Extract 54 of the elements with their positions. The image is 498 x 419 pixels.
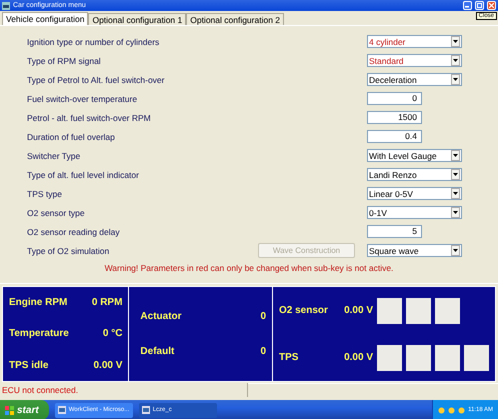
maximize-button[interactable] (475, 1, 484, 10)
start-button[interactable]: start (0, 400, 49, 419)
reading-value: 0 °C (102, 328, 122, 340)
close-icon (489, 3, 494, 8)
parameter-label: Type of RPM signal (27, 56, 102, 66)
dropdown[interactable]: Landi Renzo (367, 168, 462, 181)
reading-value: 0.00 V (343, 352, 373, 363)
minimize-icon (465, 3, 470, 8)
parameter-label: Type of Petrol to Alt. fuel switch-over (27, 74, 166, 84)
parameter-label: Type of O2 simulation (27, 246, 110, 256)
window-icon (142, 406, 150, 414)
dropdown[interactable]: Deceleration (367, 73, 462, 86)
reading-value: 0.00 V (94, 360, 122, 371)
warning-message: Warning! Parameters in red can only be changed when sub-key is not active. (104, 263, 394, 273)
reading-label: O2 sensor (279, 305, 329, 316)
parameter-label: Switcher Type (27, 150, 82, 160)
dropdown[interactable]: 0-1V (367, 206, 462, 219)
parameter-label: Ignition type or number of cylinders (27, 36, 160, 46)
dropdown[interactable]: 4 cylinder (367, 35, 462, 48)
input-field[interactable]: 0.4 (367, 130, 422, 143)
reading-label: TPS (279, 352, 300, 363)
reading-value: 0.00 V (343, 305, 373, 316)
input-field[interactable]: 5 (367, 225, 422, 238)
windows-logo-icon (5, 406, 14, 414)
tab[interactable]: Optional configuration 1 (88, 13, 186, 25)
parameter-label: Fuel switch-over temperature (27, 94, 138, 104)
minimize-button[interactable] (463, 1, 472, 10)
input-field[interactable]: 1500 (367, 111, 422, 124)
parameter-label: Petrol - alt. fuel switch-over RPM (27, 112, 152, 122)
tab[interactable]: Optional configuration 2 (186, 13, 284, 25)
parameter-label: O2 sensor reading delay (27, 226, 121, 236)
close-button[interactable] (487, 1, 496, 10)
dropdown[interactable]: Square wave (367, 244, 462, 257)
reading-label: Actuator (140, 311, 182, 322)
reading-label: TPS idle (9, 360, 48, 371)
parameter-label: O2 sensor type (27, 208, 86, 218)
parameter-label: Type of alt. fuel level indicator (27, 170, 140, 180)
tab[interactable]: Vehicle configuration (2, 12, 88, 25)
reading-value: 0 (260, 346, 266, 357)
app-icon (2, 2, 10, 10)
dropdown[interactable]: With Level Gauge (367, 149, 462, 162)
dropdown[interactable]: Standard (367, 54, 462, 67)
input-field[interactable]: 0 (367, 92, 422, 105)
maximize-icon (477, 3, 482, 8)
reading-value: 0 RPM (92, 297, 122, 308)
parameter-label: TPS type (27, 188, 63, 198)
dropdown[interactable]: Linear 0-5V (367, 187, 462, 200)
reading-label: Temperature (9, 328, 69, 340)
window-icon (58, 406, 66, 414)
parameter-label: Duration of fuel overlap (27, 132, 116, 142)
status-message: ECU not connected. (0, 383, 248, 397)
reading-value: 0 (260, 311, 266, 322)
reading-label: Engine RPM (9, 297, 68, 308)
reading-label: Default (140, 346, 174, 357)
